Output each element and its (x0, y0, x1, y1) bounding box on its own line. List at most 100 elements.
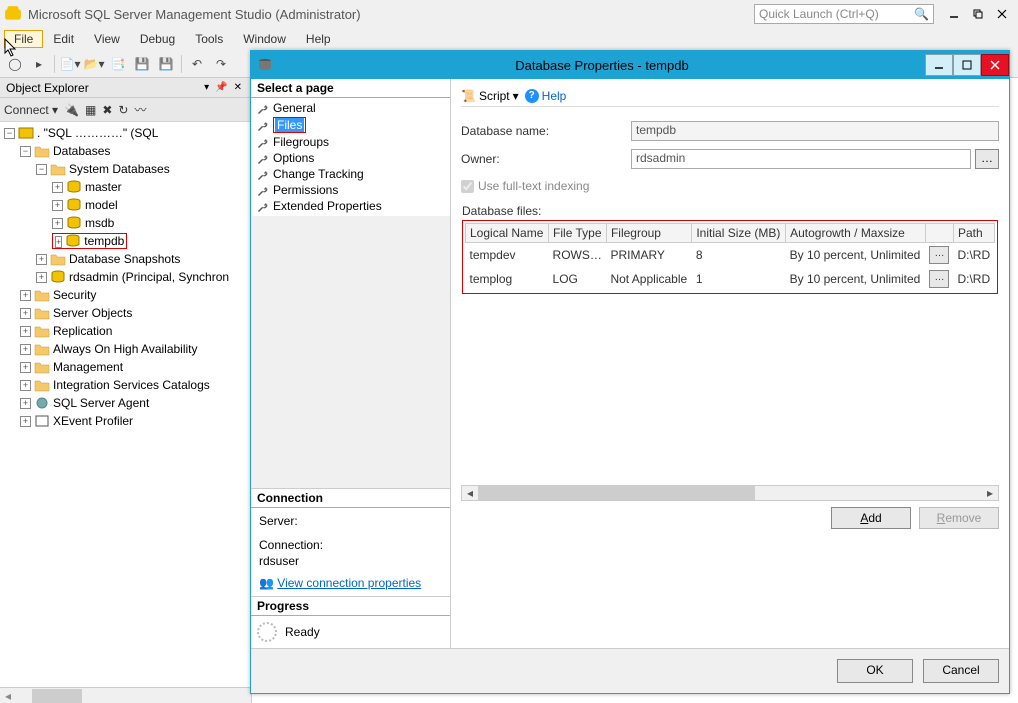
col-filegroup[interactable]: Filegroup (606, 224, 691, 243)
menu-view[interactable]: View (84, 30, 130, 48)
col-autogrowth[interactable]: Autogrowth / Maxsize (786, 224, 926, 243)
expand-icon[interactable]: + (55, 236, 62, 248)
autogrowth-edit-button[interactable]: … (929, 270, 949, 288)
model-node[interactable]: model (85, 198, 118, 212)
expand-icon[interactable]: − (4, 128, 15, 139)
connect-button[interactable]: Connect ▾ (4, 103, 58, 117)
table-row[interactable]: tempdev ROWS… PRIMARY 8 By 10 percent, U… (466, 243, 995, 268)
ok-button[interactable]: OK (837, 659, 913, 683)
copy-button[interactable]: 📑 (107, 53, 129, 75)
grid-hscrollbar[interactable]: ◂ ▸ (461, 485, 999, 501)
redo-button[interactable]: ↷ (210, 53, 232, 75)
add-button[interactable]: Add (831, 507, 911, 529)
page-permissions[interactable]: Permissions (251, 182, 450, 198)
expand-icon[interactable]: + (20, 344, 31, 355)
expand-icon[interactable]: + (36, 254, 47, 265)
databases-node[interactable]: Databases (53, 144, 110, 158)
xevent-node[interactable]: XEvent Profiler (53, 414, 133, 428)
management-node[interactable]: Management (53, 360, 123, 374)
dialog-maximize-button[interactable] (953, 54, 981, 76)
menu-tools[interactable]: Tools (185, 30, 233, 48)
expand-icon[interactable]: − (36, 164, 47, 175)
open-button[interactable]: 📂▾ (83, 53, 105, 75)
expand-icon[interactable]: + (20, 362, 31, 373)
page-filegroups[interactable]: Filegroups (251, 134, 450, 150)
save-button[interactable]: 💾 (131, 53, 153, 75)
dialog-close-button[interactable] (981, 54, 1009, 76)
filter2-icon[interactable]: ▦ (85, 103, 96, 117)
col-filetype[interactable]: File Type (549, 224, 607, 243)
agent-node[interactable]: SQL Server Agent (53, 396, 149, 410)
script-button[interactable]: 📜Script ▾ (461, 89, 519, 103)
server-objects-node[interactable]: Server Objects (53, 306, 132, 320)
server-node[interactable]: . "SQL …………" (SQL (37, 126, 158, 140)
col-logical[interactable]: Logical Name (466, 224, 549, 243)
menu-edit[interactable]: Edit (43, 30, 84, 48)
help-button[interactable]: ?Help (525, 89, 567, 103)
main-close-button[interactable] (990, 4, 1014, 24)
scroll-thumb[interactable] (478, 486, 755, 500)
page-files[interactable]: Files (251, 116, 450, 134)
system-databases-node[interactable]: System Databases (69, 162, 170, 176)
quick-launch-input[interactable]: Quick Launch (Ctrl+Q) 🔍 (754, 4, 934, 24)
panel-close-icon[interactable]: ✕ (231, 82, 245, 93)
undo-button[interactable]: ↶ (186, 53, 208, 75)
nav-fwd-button[interactable]: ▸ (28, 53, 50, 75)
expand-icon[interactable]: + (20, 416, 31, 427)
expand-icon[interactable]: + (52, 200, 63, 211)
menu-window[interactable]: Window (233, 30, 296, 48)
expand-icon[interactable]: + (52, 218, 63, 229)
expand-icon[interactable]: + (52, 182, 63, 193)
msdb-node[interactable]: msdb (85, 216, 114, 230)
object-explorer-hscrollbar[interactable]: ◂ (0, 687, 251, 703)
expand-icon[interactable]: + (20, 290, 31, 301)
scroll-right-icon[interactable]: ▸ (982, 486, 998, 500)
expand-icon[interactable]: + (20, 380, 31, 391)
table-row[interactable]: templog LOG Not Applicable 1 By 10 perce… (466, 267, 995, 291)
database-properties-dialog: Database Properties - tempdb Select a pa… (250, 50, 1010, 694)
expand-icon[interactable]: + (20, 326, 31, 337)
page-options[interactable]: Options (251, 150, 450, 166)
expand-icon[interactable]: + (20, 308, 31, 319)
panel-pin-icon[interactable]: 📌 (212, 82, 230, 93)
scroll-left-icon[interactable]: ◂ (462, 486, 478, 500)
panel-dropdown-icon[interactable]: ▾ (201, 82, 212, 93)
main-minimize-button[interactable] (942, 4, 966, 24)
object-explorer-tree[interactable]: −. "SQL …………" (SQL −Databases −System Da… (0, 122, 251, 687)
main-titlebar: Microsoft SQL Server Management Studio (… (0, 0, 1018, 28)
refresh-icon[interactable]: ↻ (118, 103, 128, 117)
main-maximize-button[interactable] (966, 4, 990, 24)
autogrowth-edit-button[interactable]: … (929, 246, 949, 264)
cancel-button[interactable]: Cancel (923, 659, 999, 683)
stop-icon[interactable]: ✖ (102, 103, 112, 117)
page-general[interactable]: General (251, 100, 450, 116)
col-initsize[interactable]: Initial Size (MB) (692, 224, 786, 243)
snapshots-node[interactable]: Database Snapshots (69, 252, 180, 266)
dialog-minimize-button[interactable] (925, 54, 953, 76)
menu-help[interactable]: Help (296, 30, 341, 48)
view-connection-link[interactable]: View connection properties (277, 576, 421, 590)
replication-node[interactable]: Replication (53, 324, 112, 338)
security-node[interactable]: Security (53, 288, 96, 302)
page-extended[interactable]: Extended Properties (251, 198, 450, 214)
server-icon (18, 126, 34, 140)
owner-input[interactable]: rdsadmin (631, 149, 971, 169)
owner-browse-button[interactable]: … (975, 149, 999, 169)
page-change-tracking[interactable]: Change Tracking (251, 166, 450, 182)
save-all-button[interactable]: 💾 (155, 53, 177, 75)
rdsadmin-node[interactable]: rdsadmin (Principal, Synchron (69, 270, 229, 284)
col-path[interactable]: Path (953, 224, 994, 243)
isc-node[interactable]: Integration Services Catalogs (53, 378, 210, 392)
master-node[interactable]: master (85, 180, 122, 194)
dialog-titlebar[interactable]: Database Properties - tempdb (251, 51, 1009, 79)
filter-icon[interactable]: 🔌 (64, 103, 79, 117)
tempdb-node[interactable]: tempdb (84, 234, 124, 248)
activity-icon[interactable]: 〰 (134, 101, 146, 118)
database-files-grid[interactable]: Logical Name File Type Filegroup Initial… (462, 220, 998, 294)
menu-debug[interactable]: Debug (130, 30, 185, 48)
new-query-button[interactable]: 📄▾ (59, 53, 81, 75)
expand-icon[interactable]: + (36, 272, 47, 283)
always-on-node[interactable]: Always On High Availability (53, 342, 198, 356)
expand-icon[interactable]: + (20, 398, 31, 409)
expand-icon[interactable]: − (20, 146, 31, 157)
